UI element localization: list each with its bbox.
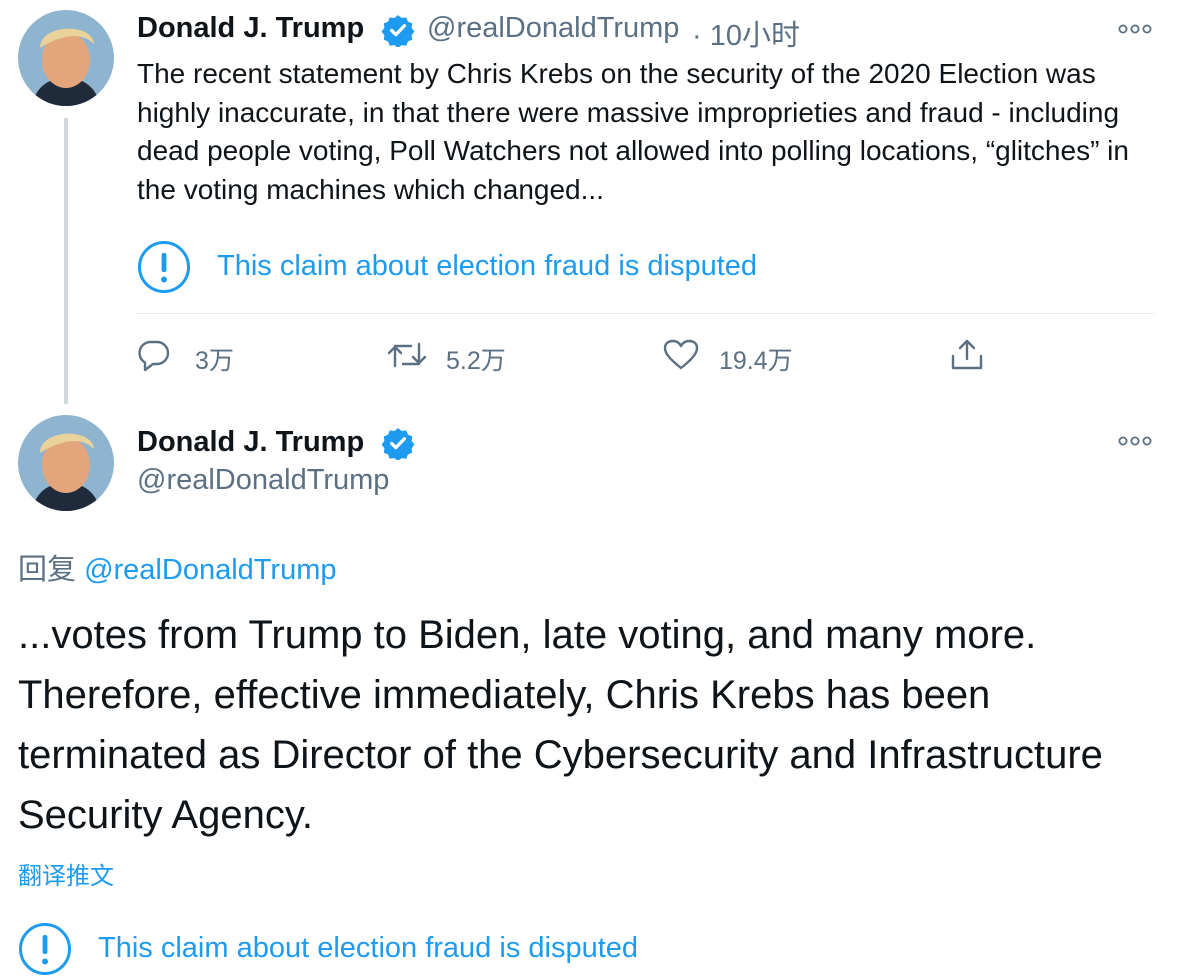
verified-badge-icon [381, 428, 415, 460]
verified-badge-icon [381, 15, 415, 47]
author-handle[interactable]: @realDonaldTrump [137, 464, 389, 497]
reply-handle-link[interactable]: @realDonaldTrump [84, 554, 336, 586]
warning-icon [138, 241, 190, 293]
reply-button[interactable]: 3万 [137, 337, 277, 375]
like-button[interactable]: 19.4万 [663, 337, 823, 375]
avatar[interactable] [18, 415, 114, 511]
more-icon[interactable] [1118, 23, 1152, 35]
translate-link[interactable]: 翻译推文 [18, 856, 114, 891]
retweet-icon [387, 342, 427, 368]
dispute-notice[interactable]: This claim about election fraud is dispu… [18, 920, 718, 975]
reply-count: 3万 [195, 347, 234, 375]
dispute-notice-label: This claim about election fraud is dispu… [217, 250, 758, 282]
author-handle[interactable]: @realDonaldTrump [427, 12, 679, 45]
author-name[interactable]: Donald J. Trump [137, 426, 364, 459]
avatar-image [18, 415, 114, 511]
tweet-text: ...votes from Trump to Biden, late votin… [18, 613, 1103, 837]
replying-to: 回复 @realDonaldTrump [18, 546, 336, 588]
more-icon[interactable] [1118, 435, 1152, 447]
like-icon [663, 339, 699, 370]
dispute-notice[interactable]: This claim about election fraud is dispu… [137, 238, 837, 298]
dispute-notice-label: This claim about election fraud is dispu… [98, 932, 639, 964]
tweet-time[interactable]: · 10小时 [692, 12, 800, 54]
retweet-count: 5.2万 [446, 347, 506, 375]
retweet-button[interactable]: 5.2万 [386, 337, 546, 375]
tweet-text: The recent statement by Chris Krebs on t… [137, 58, 1129, 205]
like-count: 19.4万 [719, 347, 793, 375]
reply-icon [138, 340, 170, 372]
thread-line [64, 118, 68, 404]
author-name[interactable]: Donald J. Trump [137, 12, 364, 45]
divider [137, 313, 1155, 314]
avatar[interactable] [18, 10, 114, 106]
share-icon[interactable] [948, 336, 986, 374]
reply-prefix: 回复 [18, 554, 77, 586]
warning-icon [19, 923, 71, 975]
avatar-image [18, 10, 114, 106]
